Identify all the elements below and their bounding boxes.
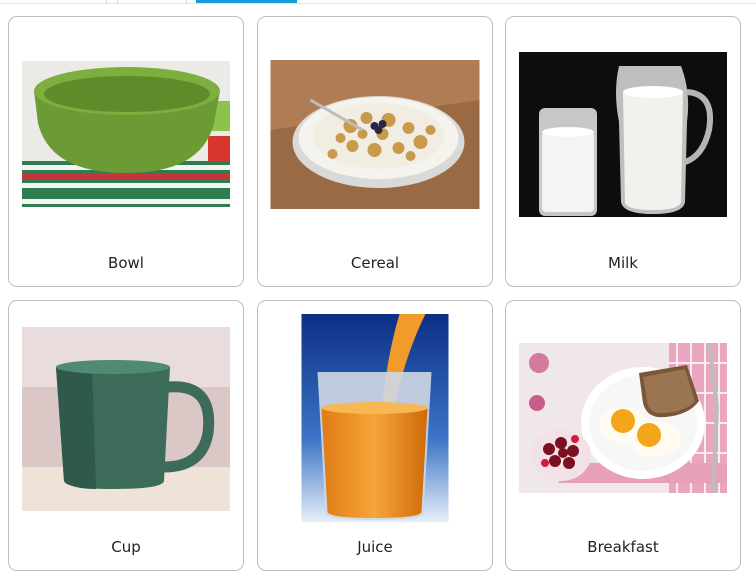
card-label: Breakfast (587, 538, 659, 556)
flashcard-page: Bowl Cereal Milk Cup Juice Breakfast (0, 0, 756, 574)
milk-image (519, 52, 727, 217)
juice-image (301, 314, 449, 522)
card-milk[interactable]: Milk (505, 16, 741, 287)
tab-2[interactable] (117, 0, 187, 4)
card-label: Cereal (350, 254, 400, 272)
bowl-image (22, 61, 230, 207)
card-label: Cup (111, 538, 141, 556)
card-juice[interactable]: Juice (257, 300, 493, 571)
card-bowl[interactable]: Bowl (8, 16, 244, 287)
breakfast-image (519, 343, 727, 493)
card-label: Milk (608, 254, 638, 272)
card-cereal[interactable]: Cereal (257, 16, 493, 287)
tab-active[interactable] (196, 0, 297, 3)
cereal-image (270, 60, 480, 209)
tab-strip (0, 0, 756, 4)
card-cup[interactable]: Cup (8, 300, 244, 571)
card-label: Bowl (108, 254, 144, 272)
cup-image (22, 327, 230, 511)
card-label: Juice (357, 538, 393, 556)
tab-1[interactable] (0, 0, 107, 4)
card-breakfast[interactable]: Breakfast (505, 300, 741, 571)
